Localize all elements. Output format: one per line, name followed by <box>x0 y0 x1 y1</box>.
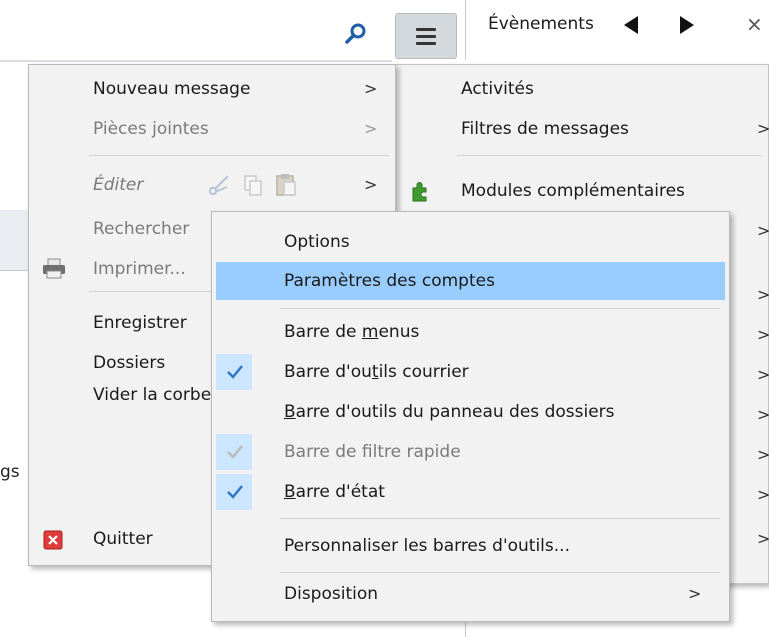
chevron-right-icon[interactable]: > <box>757 521 769 557</box>
background-text-fragment: gs <box>0 462 20 482</box>
chevron-right-icon[interactable]: > <box>757 213 769 249</box>
chevron-right-icon[interactable]: > <box>757 317 769 353</box>
checkmark-icon <box>227 365 243 379</box>
menu-item-add-ons[interactable]: Modules complémentaires <box>395 173 768 209</box>
chevron-right-icon[interactable]: > <box>757 277 769 313</box>
chevron-right-icon[interactable]: > <box>757 437 769 473</box>
menu-separator <box>89 155 389 156</box>
menu-item-edit[interactable]: Éditer > <box>29 167 395 203</box>
next-arrow-icon[interactable] <box>680 16 694 34</box>
menu-item-options[interactable]: Options <box>216 224 725 260</box>
toolbar-divider <box>465 0 466 60</box>
menu-item-status-bar[interactable]: Barre d'état <box>256 474 725 510</box>
chevron-right-icon: > <box>364 119 378 138</box>
app-menu-button[interactable] <box>395 13 457 59</box>
printer-icon <box>43 258 65 279</box>
checkmark-icon <box>227 485 243 499</box>
menu-item-new-message[interactable]: Nouveau message > <box>29 71 395 107</box>
hamburger-menu-icon <box>416 28 436 31</box>
previous-arrow-icon[interactable] <box>624 16 638 34</box>
chevron-right-icon[interactable]: > <box>757 397 769 433</box>
menu-item-folder-pane-toolbar[interactable]: Barre d'outils du panneau des dossiers <box>216 394 725 430</box>
background-list-row <box>0 210 30 271</box>
menu-item-activities[interactable]: Activités <box>395 71 768 107</box>
quit-icon <box>43 530 63 550</box>
menu-item-account-settings[interactable]: Paramètres des comptes <box>216 262 725 300</box>
chevron-right-icon: > <box>364 79 378 98</box>
preferences-submenu: Options Paramètres des comptes Barre de … <box>211 211 730 622</box>
tab-title-events[interactable]: Évènements <box>488 14 594 34</box>
menu-item-mail-toolbar[interactable]: Barre d'outils courrier <box>256 354 725 390</box>
menu-separator <box>280 518 720 519</box>
close-icon[interactable]: × <box>746 12 763 36</box>
menu-separator <box>280 308 720 309</box>
checkmark-icon <box>227 445 243 459</box>
menu-separator <box>457 155 762 156</box>
puzzle-icon <box>412 182 427 202</box>
checkbox-mail-toolbar[interactable] <box>216 354 252 390</box>
menu-item-layout[interactable]: Disposition > <box>216 576 725 612</box>
chevron-right-icon: > <box>364 175 378 194</box>
checkbox-quick-filter-bar <box>216 434 252 470</box>
checkbox-status-bar[interactable] <box>216 474 252 510</box>
menu-item-menu-bar[interactable]: Barre de menus <box>216 314 725 350</box>
chevron-right-icon: > <box>688 584 702 603</box>
chevron-right-icon[interactable]: > <box>757 477 769 513</box>
menu-item-message-filters[interactable]: Filtres de messages > <box>395 111 769 147</box>
search-bar[interactable] <box>0 0 392 62</box>
scissors-icon[interactable] <box>207 173 231 197</box>
menu-item-quick-filter-bar: Barre de filtre rapide <box>284 442 461 462</box>
paste-icon[interactable] <box>273 172 299 198</box>
menu-item-customize-toolbars[interactable]: Personnaliser les barres d'outils... <box>216 528 725 564</box>
search-icon[interactable] <box>344 22 368 46</box>
copy-icon[interactable] <box>241 173 265 197</box>
chevron-right-icon: > <box>757 119 769 138</box>
menu-separator <box>280 572 720 573</box>
chevron-right-icon[interactable]: > <box>757 357 769 393</box>
menu-item-attachments[interactable]: Pièces jointes > <box>29 111 395 147</box>
